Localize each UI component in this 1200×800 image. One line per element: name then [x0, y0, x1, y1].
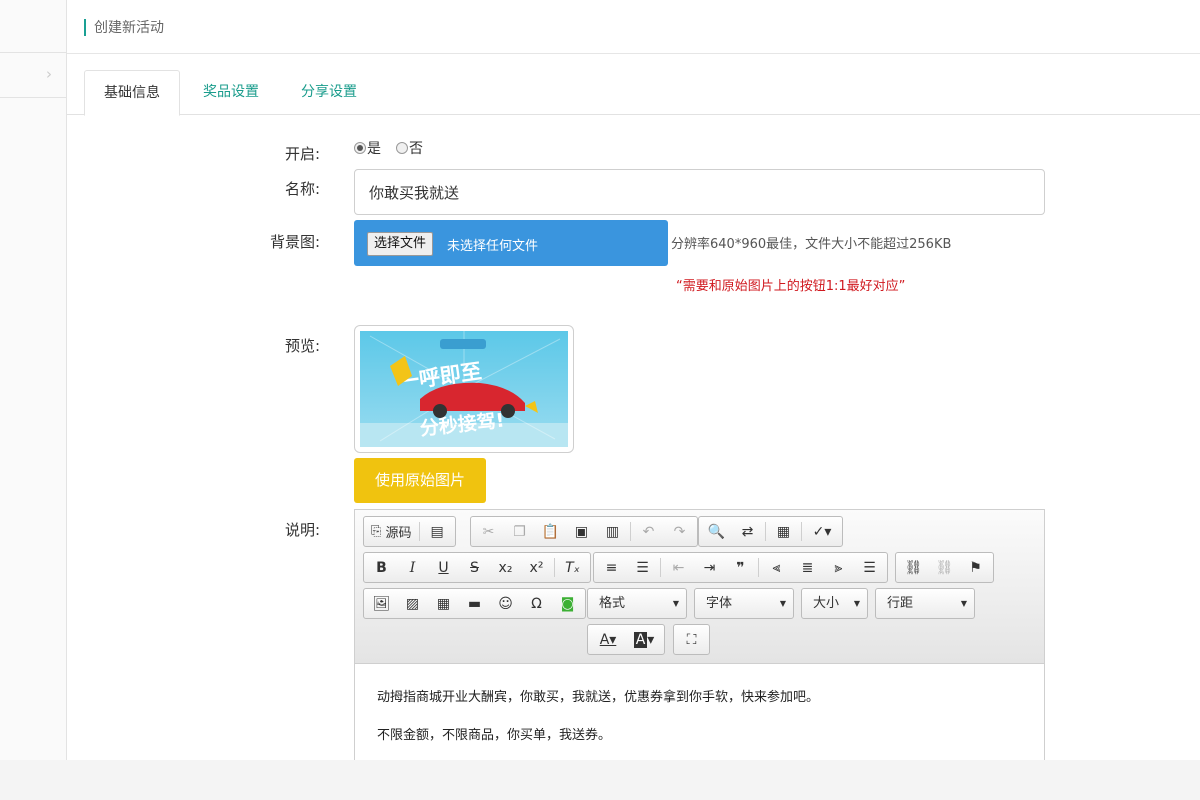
wechat-icon[interactable]: ◙: [552, 590, 583, 617]
editor-toolbar: ⎘ 源码 ▤ ✂ ❐ 📋 ▣ ▥ ↶ ↷ 🔍 ⇄ ▦ ✓▾ B I U S x₂…: [355, 510, 1044, 664]
spellcheck-icon[interactable]: ✓▾: [804, 518, 840, 545]
content-paragraph-2: 不限金额，不限商品，你买单，我送券。: [377, 728, 612, 743]
new-page-icon[interactable]: ▤: [422, 518, 453, 545]
paste-word-icon[interactable]: ▥: [597, 518, 628, 545]
paste-icon[interactable]: 📋: [535, 518, 566, 545]
use-original-image-button[interactable]: 使用原始图片: [354, 458, 486, 503]
find-icon[interactable]: 🔍: [701, 518, 732, 545]
name-input[interactable]: [354, 169, 1045, 215]
underline-icon[interactable]: U: [428, 554, 459, 581]
format-combo[interactable]: 格式 ▼: [587, 588, 687, 619]
dropdown-arrow-icon: ▼: [779, 599, 786, 608]
name-label: 名称:: [284, 180, 320, 198]
toolbar-group-colors: A▾ A ▾: [587, 624, 665, 655]
italic-icon[interactable]: I: [397, 554, 428, 581]
size-combo[interactable]: 大小 ▼: [801, 588, 868, 619]
chevron-right-icon: ›: [46, 65, 52, 83]
undo-icon[interactable]: ↶: [633, 518, 664, 545]
align-center-icon[interactable]: ≣: [792, 554, 823, 581]
numbered-list-icon[interactable]: ≡: [596, 554, 627, 581]
button-note: “需要和原始图片上的按钮1:1最好对应”: [676, 279, 906, 294]
description-label: 说明:: [284, 521, 320, 539]
sidebar-header: [0, 0, 66, 53]
select-all-icon[interactable]: ▦: [768, 518, 799, 545]
subscript-icon[interactable]: x₂: [490, 554, 521, 581]
toolbar-group-basicstyles: B I U S x₂ x² Tₓ: [363, 552, 591, 583]
page-bottom: [0, 760, 1200, 800]
preview-label: 预览:: [284, 337, 320, 355]
toolbar-group-find: 🔍 ⇄ ▦ ✓▾: [698, 516, 843, 547]
unlink-icon[interactable]: ⛓: [929, 554, 960, 581]
lineheight-combo[interactable]: 行距 ▼: [875, 588, 975, 619]
tab-basic-info[interactable]: 基础信息: [84, 70, 180, 116]
sidebar: ›: [0, 0, 67, 760]
tab-prize-settings[interactable]: 奖品设置: [185, 70, 277, 115]
toolbar-group-clipboard: ✂ ❐ 📋 ▣ ▥ ↶ ↷: [470, 516, 698, 547]
rich-text-editor[interactable]: ⎘ 源码 ▤ ✂ ❐ 📋 ▣ ▥ ↶ ↷ 🔍 ⇄ ▦ ✓▾ B I U S x₂…: [354, 509, 1045, 760]
page-header: 创建新活动: [67, 0, 1200, 54]
background-file-input[interactable]: 选择文件 未选择任何文件: [354, 220, 668, 266]
font-combo[interactable]: 字体 ▼: [694, 588, 794, 619]
special-char-icon[interactable]: Ω: [521, 590, 552, 617]
sidebar-collapse-toggle[interactable]: ›: [0, 53, 66, 98]
superscript-icon[interactable]: x²: [521, 554, 552, 581]
redo-icon[interactable]: ↷: [664, 518, 695, 545]
remove-format-icon[interactable]: Tₓ: [557, 554, 588, 581]
paste-text-icon[interactable]: ▣: [566, 518, 597, 545]
file-hint: 分辨率640*960最佳，文件大小不能超过256KB: [671, 237, 952, 252]
blockquote-icon[interactable]: ❞: [725, 554, 756, 581]
maximize-icon[interactable]: ⛶: [676, 626, 707, 653]
justify-icon[interactable]: ☰: [854, 554, 885, 581]
copy-icon[interactable]: ❐: [504, 518, 535, 545]
main-panel: 基础信息 奖品设置 分享设置 开启: 是 否 名称: 背景图: 选择文件 未选择…: [67, 54, 1200, 760]
toolbar-group-links: ⛓ ⛓ ⚑: [895, 552, 994, 583]
radio-no[interactable]: 否: [396, 138, 423, 158]
choose-file-button[interactable]: 选择文件: [367, 232, 434, 256]
toolbar-group-tools: ⛶: [673, 624, 710, 655]
anchor-flag-icon[interactable]: ⚑: [960, 554, 991, 581]
bg-color-icon[interactable]: A ▾: [626, 626, 662, 653]
page-title: 创建新活动: [94, 20, 164, 36]
source-button[interactable]: ⎘ 源码: [366, 518, 417, 545]
radio-no-label: 否: [409, 141, 423, 157]
bulleted-list-icon[interactable]: ☰: [627, 554, 658, 581]
background-label: 背景图:: [269, 233, 320, 251]
horizontal-rule-icon[interactable]: ▬: [459, 590, 490, 617]
text-color-icon[interactable]: A▾: [590, 626, 626, 653]
content-paragraph-1: 动拇指商城开业大酬宾，你敢买，我就送，优惠券拿到你手软，快来参加吧。: [377, 690, 820, 705]
tab-bar: 基础信息 奖品设置 分享设置: [67, 70, 1200, 116]
toolbar-group-paragraph: ≡ ☰ ⇤ ⇥ ❞ ⫷ ≣ ⫸ ☰: [593, 552, 888, 583]
editor-content[interactable]: 动拇指商城开业大酬宾，你敢买，我就送，优惠券拿到你手软，快来参加吧。 不限金额，…: [355, 664, 1044, 760]
replace-icon[interactable]: ⇄: [732, 518, 763, 545]
enable-label: 开启:: [284, 145, 320, 163]
outdent-icon[interactable]: ⇤: [663, 554, 694, 581]
image-icon[interactable]: ▨: [397, 590, 428, 617]
image-upload-icon[interactable]: 🖼: [366, 590, 397, 617]
source-icon: ⎘: [371, 524, 382, 539]
link-icon[interactable]: ⛓: [898, 554, 929, 581]
table-icon[interactable]: ▦: [428, 590, 459, 617]
align-right-icon[interactable]: ⫸: [823, 554, 854, 581]
tab-share-settings[interactable]: 分享设置: [284, 70, 374, 115]
radio-checked-icon: [354, 142, 366, 154]
radio-unchecked-icon: [396, 142, 408, 154]
preview-image: 一呼即至 分秒接驾!: [360, 331, 568, 447]
title-accent-bar: [84, 19, 86, 36]
dropdown-arrow-icon: ▼: [853, 599, 860, 608]
preview-frame: 一呼即至 分秒接驾!: [354, 325, 574, 453]
toolbar-group-document: ⎘ 源码 ▤: [363, 516, 456, 547]
strike-icon[interactable]: S: [459, 554, 490, 581]
bold-icon[interactable]: B: [366, 554, 397, 581]
radio-yes-label: 是: [367, 141, 381, 157]
toolbar-group-insert: 🖼 ▨ ▦ ▬ ☺ Ω ◙: [363, 588, 586, 619]
indent-icon[interactable]: ⇥: [694, 554, 725, 581]
smiley-icon[interactable]: ☺: [490, 590, 521, 617]
dropdown-arrow-icon: ▼: [960, 599, 967, 608]
cut-icon[interactable]: ✂: [473, 518, 504, 545]
align-left-icon[interactable]: ⫷: [761, 554, 792, 581]
source-label: 源码: [385, 526, 412, 541]
radio-yes[interactable]: 是: [354, 138, 381, 158]
no-file-text: 未选择任何文件: [447, 239, 539, 254]
dropdown-arrow-icon: ▼: [672, 599, 679, 608]
